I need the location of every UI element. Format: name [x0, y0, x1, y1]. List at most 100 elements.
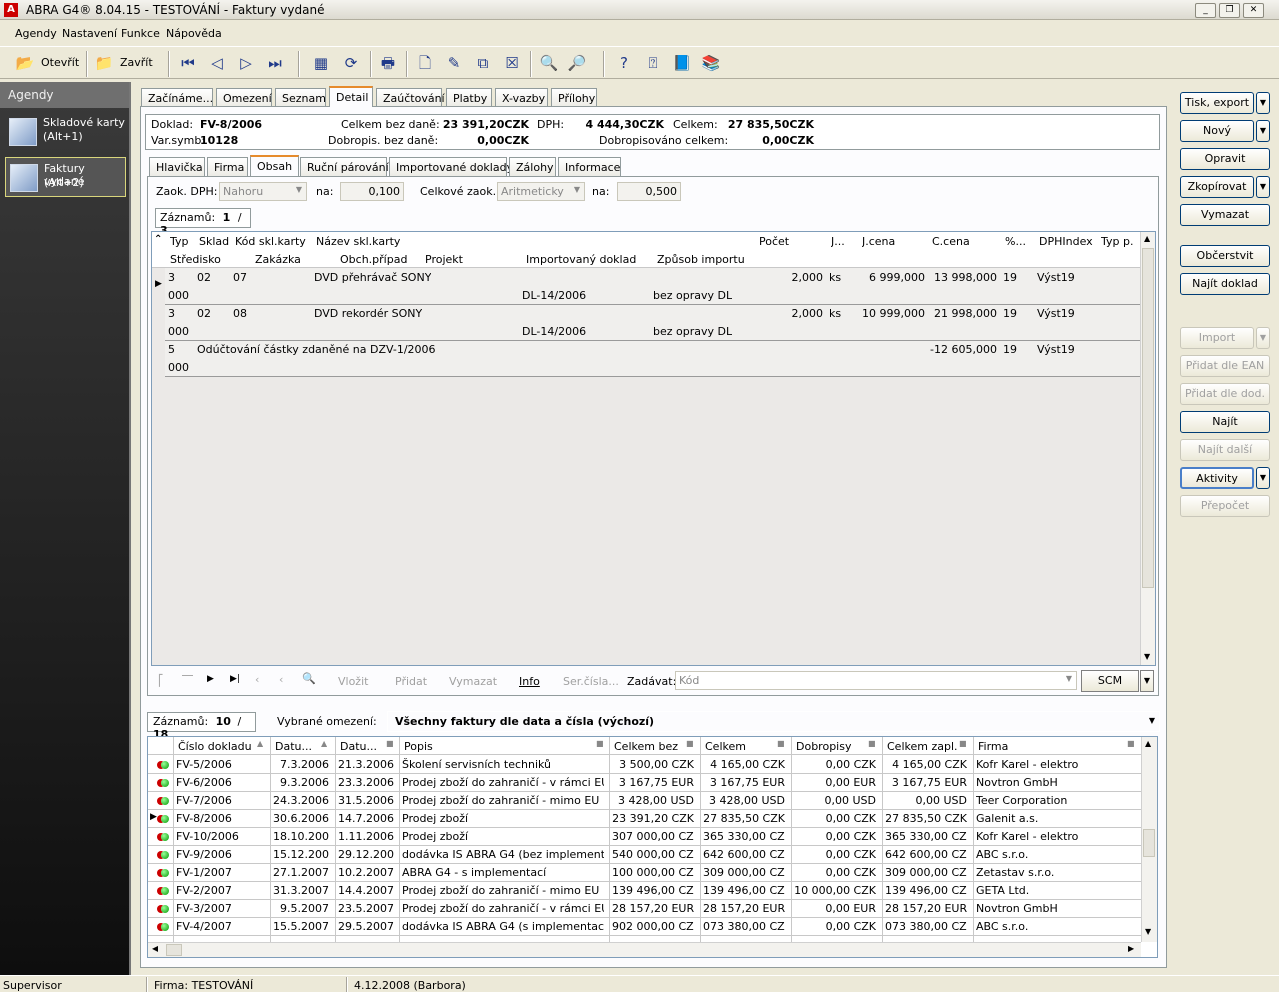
- sidebar-item-skladove-karty[interactable]: Skladové karty (Alt+1): [5, 112, 126, 152]
- item-cell[interactable]: Výst19: [1037, 307, 1075, 320]
- invoice-col-header[interactable]: Datu...: [340, 740, 377, 753]
- tab-zaciname[interactable]: Začínáme...: [141, 88, 213, 107]
- item-cell[interactable]: 2,000: [755, 307, 824, 320]
- invoice-cell[interactable]: FV-10/2006: [176, 830, 265, 843]
- copy-dropdown-icon[interactable]: ▼: [1256, 176, 1270, 198]
- invoice-cell[interactable]: 3 428,00 USD: [703, 794, 785, 807]
- invoice-cell[interactable]: 28 157,20 EUR: [703, 902, 785, 915]
- edit-button[interactable]: Opravit: [1180, 148, 1270, 170]
- invoice-cell[interactable]: Novtron GmbH: [976, 776, 1135, 789]
- invoice-cell[interactable]: 0,00 CZK: [794, 920, 876, 933]
- col-pct[interactable]: %...: [1005, 235, 1026, 248]
- invoice-cell[interactable]: Kofr Karel - elektro: [976, 758, 1135, 771]
- item-cell[interactable]: 6 999,000: [852, 271, 925, 284]
- item-cell[interactable]: bez opravy DL: [653, 289, 732, 302]
- books-icon[interactable]: 📚: [701, 53, 721, 73]
- invoice-cell[interactable]: 4 165,00 CZK: [703, 758, 785, 771]
- delete-document-icon[interactable]: ☒: [502, 53, 522, 73]
- expand-rows-icon[interactable]: ⌃: [154, 234, 162, 245]
- tab-omezeni[interactable]: Omezení: [216, 88, 272, 107]
- close-folder-icon[interactable]: 📁: [94, 53, 114, 73]
- scm-button[interactable]: SCM: [1081, 670, 1139, 692]
- invoice-cell[interactable]: 4 165,00 CZK: [885, 758, 967, 771]
- refresh-icon[interactable]: ⟳: [341, 53, 361, 73]
- item-cell[interactable]: 07: [233, 271, 247, 284]
- close-window-button[interactable]: ✕: [1243, 3, 1264, 18]
- item-cell[interactable]: 000: [168, 361, 189, 374]
- scroll-thumb[interactable]: [1143, 829, 1155, 857]
- invoice-cell[interactable]: 902 000,00 CZK: [612, 920, 694, 933]
- invoice-cell[interactable]: 30.6.2006: [273, 812, 329, 825]
- invoice-cell[interactable]: 0,00 CZK: [794, 866, 876, 879]
- item-cell[interactable]: DL-14/2006: [522, 325, 586, 338]
- invoice-cell[interactable]: FV-3/2007: [176, 902, 265, 915]
- item-cell[interactable]: 21 998,000: [927, 307, 997, 320]
- scroll-down-icon[interactable]: ▼: [1145, 927, 1151, 936]
- item-cell[interactable]: DL-14/2006: [522, 289, 586, 302]
- invoice-cell[interactable]: FV-2/2007: [176, 884, 265, 897]
- find-button[interactable]: Najít: [1180, 411, 1270, 433]
- sidebar-item-faktury-vydane[interactable]: Faktury vydané (Alt+2): [5, 157, 126, 197]
- col-jcena[interactable]: J.cena: [862, 235, 895, 248]
- zaok-dph-select[interactable]: Nahoru ▼: [219, 182, 307, 201]
- item-cell[interactable]: 000: [168, 325, 189, 338]
- item-cell[interactable]: 2,000: [755, 271, 824, 284]
- print-export-dropdown-icon[interactable]: ▼: [1256, 92, 1270, 114]
- col-pocet[interactable]: Počet: [759, 235, 789, 248]
- recalculate-button[interactable]: Přepočet: [1180, 495, 1270, 517]
- activities-dropdown-icon[interactable]: ▼: [1256, 467, 1270, 489]
- insert-button[interactable]: Vložit: [338, 675, 368, 688]
- subtab-hlavicka[interactable]: Hlavička: [149, 157, 205, 176]
- invoice-cell[interactable]: 139 496,00 CZK: [885, 884, 967, 897]
- item-cell[interactable]: 3: [168, 271, 175, 284]
- item-cell[interactable]: ks: [829, 271, 841, 284]
- invoice-cell[interactable]: GETA Ltd.: [976, 884, 1135, 897]
- delete-button[interactable]: Vymazat: [1180, 204, 1270, 226]
- column-menu-icon[interactable]: ■: [686, 739, 694, 748]
- add-by-ean-button[interactable]: Přidat dle EAN: [1180, 355, 1270, 377]
- col-projekt[interactable]: Projekt: [425, 253, 463, 266]
- item-cell[interactable]: 02: [197, 271, 211, 284]
- print-export-button[interactable]: Tisk, export: [1180, 92, 1254, 114]
- add-button[interactable]: Přidat: [395, 675, 427, 688]
- invoice-cell[interactable]: 073 380,00 CZK: [703, 920, 785, 933]
- back2-icon[interactable]: ‹: [279, 673, 283, 686]
- invoice-cell[interactable]: 24.3.2006: [273, 794, 329, 807]
- invoice-cell[interactable]: 14.7.2006: [338, 812, 394, 825]
- column-menu-icon[interactable]: ■: [1127, 739, 1135, 748]
- menu-agendy[interactable]: Agendy: [15, 27, 57, 40]
- invoice-cell[interactable]: ABC s.r.o.: [976, 848, 1135, 861]
- item-cell[interactable]: 19: [1003, 271, 1017, 284]
- invoice-cell[interactable]: 23.3.2006: [338, 776, 394, 789]
- scroll-down-icon[interactable]: ▼: [1144, 652, 1150, 661]
- tab-platby[interactable]: Platby: [446, 88, 492, 107]
- open-button[interactable]: Otevřít: [41, 56, 79, 69]
- invoice-cell[interactable]: 29.5.2007: [338, 920, 394, 933]
- items-scrollbar[interactable]: ▲ ▼: [1140, 232, 1155, 665]
- last-record-icon[interactable]: ⏭: [265, 53, 285, 73]
- zadavat-select[interactable]: Kód ▼: [675, 671, 1077, 690]
- invoice-cell[interactable]: 3 500,00 CZK: [612, 758, 694, 771]
- item-cell[interactable]: Výst19: [1037, 271, 1075, 284]
- col-zpusob[interactable]: Způsob importu: [657, 253, 745, 266]
- invoice-cell[interactable]: 0,00 USD: [794, 794, 877, 807]
- tab-zauctovani[interactable]: Zaúčtování: [376, 88, 445, 107]
- invoice-col-header[interactable]: Dobropisy: [796, 740, 851, 753]
- invoice-cell[interactable]: FV-6/2006: [176, 776, 265, 789]
- sort-asc-icon[interactable]: ▲: [321, 739, 327, 748]
- item-cell[interactable]: 5: [168, 343, 175, 356]
- invoice-cell[interactable]: FV-8/2006: [176, 812, 265, 825]
- col-obchpripad[interactable]: Obch.případ: [340, 253, 407, 266]
- new-button[interactable]: Nový: [1180, 120, 1254, 142]
- invoice-col-header[interactable]: Číslo dokladu: [178, 740, 252, 753]
- invoice-cell[interactable]: 3 167,75 EUR: [703, 776, 785, 789]
- item-cell[interactable]: 08: [233, 307, 247, 320]
- invoice-cell[interactable]: 540 000,00 CZK: [612, 848, 694, 861]
- invoices-hscrollbar[interactable]: ◀ ▶: [148, 942, 1141, 957]
- copy-document-icon[interactable]: ⧉: [473, 53, 493, 73]
- col-kod[interactable]: Kód skl.karty: [235, 235, 306, 248]
- item-cell[interactable]: 19: [1003, 307, 1017, 320]
- column-menu-icon[interactable]: ■: [596, 739, 604, 748]
- add-by-supplier-button[interactable]: Přidat dle dod.: [1180, 383, 1270, 405]
- invoice-cell[interactable]: 0,00 CZK: [794, 812, 876, 825]
